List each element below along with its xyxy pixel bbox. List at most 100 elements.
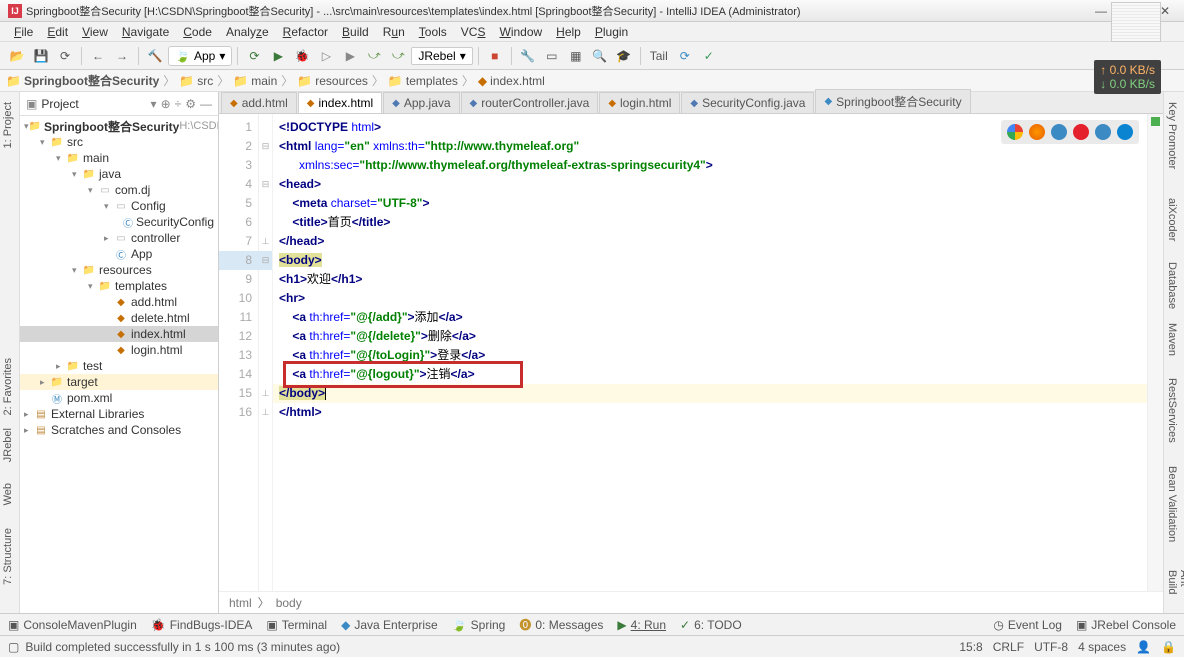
check-icon[interactable]: ✓ (698, 45, 720, 67)
refresh-icon[interactable]: ⟳ (243, 45, 265, 67)
editor-tab[interactable]: ◆App.java (383, 92, 459, 113)
open-icon[interactable]: 📂 (6, 45, 28, 67)
bt-console-maven[interactable]: ▣ConsoleMavenPlugin (8, 618, 137, 632)
status-tool-icon[interactable]: ▢ (8, 640, 19, 654)
tree-row[interactable]: ▾📁templates (20, 278, 218, 294)
menu-plugin[interactable]: Plugin (589, 23, 634, 41)
editor-body[interactable]: 12345678910111213141516 ⊟ ⊟ ⊥⊟ ⊥⊥ <!DOCT… (219, 114, 1163, 591)
tab-web[interactable]: Web (0, 477, 16, 511)
tree-row[interactable]: ◆index.html (20, 326, 218, 342)
code-content[interactable]: <!DOCTYPE html> <html lang="en" xmlns:th… (273, 114, 1147, 591)
hat-icon[interactable]: 🎓 (613, 45, 635, 67)
safari-icon[interactable] (1051, 124, 1067, 140)
menu-help[interactable]: Help (550, 23, 587, 41)
editor-tab[interactable]: ◆add.html (221, 92, 297, 113)
editor-tab[interactable]: ◆Springboot整合Security (815, 89, 970, 113)
stop-icon[interactable]: ■ (484, 45, 506, 67)
breadcrumb-item[interactable]: 📁src (179, 74, 213, 88)
editor-tab[interactable]: ◆routerController.java (461, 92, 599, 113)
tab-maven[interactable]: Maven (1164, 317, 1180, 362)
run-icon[interactable]: ▶ (267, 45, 289, 67)
bt-terminal[interactable]: ▣Terminal (266, 618, 327, 632)
tree-row[interactable]: Ⓜpom.xml (20, 390, 218, 406)
back-icon[interactable]: ← (87, 45, 109, 67)
tab-database[interactable]: Database (1164, 256, 1180, 315)
crumb-html[interactable]: html (229, 596, 252, 610)
editor-tab[interactable]: ◆SecurityConfig.java (681, 92, 814, 113)
bt-messages[interactable]: ⓿0: Messages (519, 616, 603, 633)
menu-tools[interactable]: Tools (413, 23, 453, 41)
hide-icon[interactable]: — (200, 97, 212, 111)
tab-antbuild[interactable]: Ant Build (1164, 564, 1184, 613)
menu-navigate[interactable]: Navigate (116, 23, 175, 41)
save-icon[interactable]: 💾 (30, 45, 52, 67)
jr-debug-icon[interactable]: ⤻ (387, 45, 409, 67)
search-icon[interactable]: 🔍 (589, 45, 611, 67)
tree-row[interactable]: ▾▭com.dj (20, 182, 218, 198)
forward-icon[interactable]: → (111, 45, 133, 67)
tree-row[interactable]: ◆add.html (20, 294, 218, 310)
menu-view[interactable]: View (76, 23, 114, 41)
minimap[interactable] (1111, 2, 1161, 42)
indent-setting[interactable]: 4 spaces (1078, 640, 1126, 654)
breadcrumb-item[interactable]: 📁Springboot整合Security (6, 72, 159, 89)
tail-label[interactable]: Tail (646, 45, 672, 67)
tree-row[interactable]: ▾📁Springboot整合Security H:\CSDN\Sp (20, 118, 218, 134)
line-separator[interactable]: CRLF (993, 640, 1024, 654)
tree-row[interactable]: ▾📁java (20, 166, 218, 182)
target-icon[interactable]: ⊕ (161, 97, 171, 111)
breadcrumb-item[interactable]: ◆index.html (478, 74, 545, 88)
jrebel-selector[interactable]: JRebel ▾ (411, 47, 472, 65)
menu-file[interactable]: File (8, 23, 39, 41)
editor-tab[interactable]: ◆index.html (298, 92, 382, 113)
chrome-icon[interactable] (1007, 124, 1023, 140)
bt-java-enterprise[interactable]: ◆Java Enterprise (341, 618, 438, 632)
bt-jrebel-console[interactable]: ▣JRebel Console (1076, 618, 1176, 632)
tab-beanvalidation[interactable]: Bean Validation (1164, 460, 1180, 548)
inspection-icon[interactable]: 👤 (1136, 640, 1151, 654)
layout-icon[interactable]: ▭ (541, 45, 563, 67)
tree-row[interactable]: ▾📁src (20, 134, 218, 150)
tree-row[interactable]: ▸📁test (20, 358, 218, 374)
debug-icon[interactable]: 🐞 (291, 45, 313, 67)
menu-refactor[interactable]: Refactor (277, 23, 334, 41)
tab-favorites[interactable]: 2: Favorites (0, 352, 16, 421)
breadcrumb-item[interactable]: 📁templates (388, 74, 458, 88)
tree-row[interactable]: ◆login.html (20, 342, 218, 358)
opera-icon[interactable] (1073, 124, 1089, 140)
ie-icon[interactable] (1095, 124, 1111, 140)
bt-todo[interactable]: ✓6: TODO (680, 618, 742, 632)
run-with-icon[interactable]: ▷ (315, 45, 337, 67)
chevron-down-icon[interactable]: ▾ (151, 97, 157, 111)
build-icon[interactable]: 🔨 (144, 45, 166, 67)
tab-project[interactable]: 1: Project (0, 96, 16, 154)
tree-row[interactable]: ▸▭controller (20, 230, 218, 246)
bt-run[interactable]: ▶4: Run (617, 618, 666, 632)
breadcrumb-item[interactable]: 📁resources (297, 74, 368, 88)
wrench-icon[interactable]: 🔧 (517, 45, 539, 67)
tab-jrebel[interactable]: JRebel (0, 422, 16, 468)
run-config-selector[interactable]: 🍃 App ▾ (168, 46, 232, 66)
grid-icon[interactable]: ▦ (565, 45, 587, 67)
tab-aixcoder[interactable]: aiXcoder (1164, 192, 1180, 247)
jr-run-icon[interactable]: ⤻ (363, 45, 385, 67)
tree-row[interactable]: ◆delete.html (20, 310, 218, 326)
bt-spring[interactable]: 🍃Spring (452, 618, 506, 632)
error-stripe[interactable] (1147, 114, 1163, 591)
project-tree[interactable]: ▾📁Springboot整合Security H:\CSDN\Sp▾📁src▾📁… (20, 116, 218, 613)
tree-row[interactable]: ▾📁main (20, 150, 218, 166)
tree-row[interactable]: ⒸApp (20, 246, 218, 262)
coverage-icon[interactable]: ▶ (339, 45, 361, 67)
tab-restservices[interactable]: RestServices (1164, 372, 1180, 449)
bt-eventlog[interactable]: ◷Event Log (993, 618, 1062, 632)
tree-row[interactable]: ▾📁resources (20, 262, 218, 278)
firefox-icon[interactable] (1029, 124, 1045, 140)
menu-build[interactable]: Build (336, 23, 375, 41)
tree-row[interactable]: ▾▭Config (20, 198, 218, 214)
gear-icon[interactable]: ⚙ (185, 97, 196, 111)
menu-run[interactable]: Run (377, 23, 411, 41)
fold-gutter[interactable]: ⊟ ⊟ ⊥⊟ ⊥⊥ (259, 114, 273, 591)
tree-row[interactable]: ▸▤Scratches and Consoles (20, 422, 218, 438)
editor-tab[interactable]: ◆login.html (599, 92, 680, 113)
reload-icon[interactable]: ⟳ (674, 45, 696, 67)
